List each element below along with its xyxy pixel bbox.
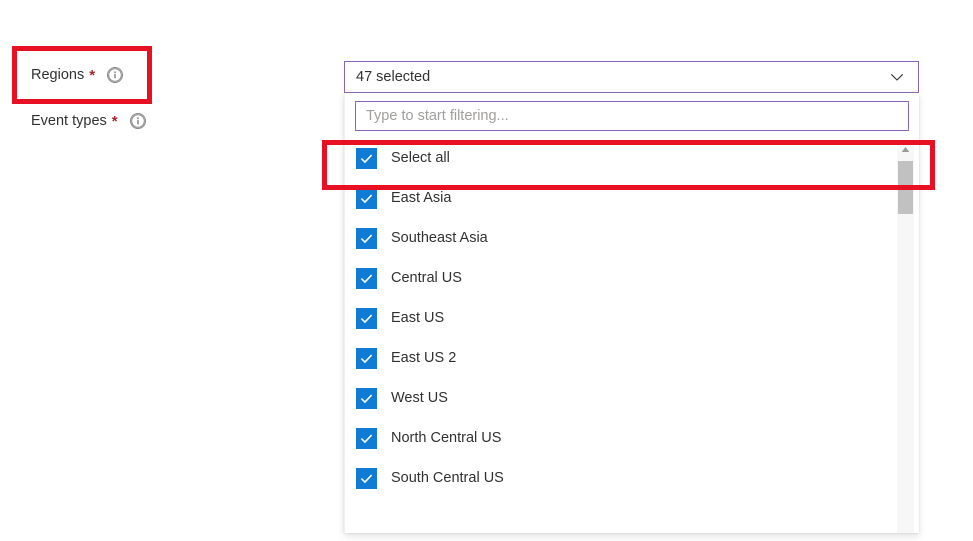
regions-multiselect: 47 selected Select all East Asi — [344, 61, 919, 93]
checkbox-checked-icon[interactable] — [356, 388, 377, 409]
regions-combobox-header[interactable]: 47 selected — [344, 61, 919, 93]
region-option-list: East Asia Southeast Asia Central US East… — [345, 178, 919, 533]
option-row-west-us[interactable]: West US — [345, 378, 919, 418]
option-row-east-us-2[interactable]: East US 2 — [345, 338, 919, 378]
checkbox-checked-icon[interactable] — [356, 468, 377, 489]
option-label: East US 2 — [391, 350, 456, 366]
option-row-south-central-us[interactable]: South Central US — [345, 458, 919, 498]
option-row-central-us[interactable]: Central US — [345, 258, 919, 298]
regions-required-asterisk: * — [89, 68, 95, 83]
option-label: South Central US — [391, 470, 504, 486]
scrollbar-thumb[interactable] — [898, 161, 913, 214]
checkbox-checked-icon[interactable] — [356, 268, 377, 289]
form-field-labels: Regions * Event types * — [31, 62, 311, 154]
checkbox-checked-icon[interactable] — [356, 148, 377, 169]
regions-dropdown-panel: Select all East Asia Southeast Asia Cent — [344, 93, 919, 533]
option-row-southeast-asia[interactable]: Southeast Asia — [345, 218, 919, 258]
checkbox-checked-icon[interactable] — [356, 188, 377, 209]
option-label: Southeast Asia — [391, 230, 488, 246]
filter-input[interactable] — [355, 101, 909, 131]
dropdown-scrollbar[interactable] — [897, 141, 914, 533]
option-row-east-asia[interactable]: East Asia — [345, 178, 919, 218]
event-types-required-asterisk: * — [112, 114, 118, 129]
option-label: North Central US — [391, 430, 501, 446]
option-label: West US — [391, 390, 448, 406]
checkbox-checked-icon[interactable] — [356, 228, 377, 249]
option-row-north-central-us[interactable]: North Central US — [345, 418, 919, 458]
field-label-regions: Regions * — [31, 62, 311, 88]
checkbox-checked-icon[interactable] — [356, 428, 377, 449]
chevron-down-icon[interactable] — [888, 68, 906, 86]
field-label-event-types: Event types * — [31, 108, 311, 134]
option-row-select-all[interactable]: Select all — [345, 138, 919, 178]
option-label: East US — [391, 310, 444, 326]
info-circle-icon[interactable] — [107, 67, 123, 83]
regions-label: Regions — [31, 68, 84, 83]
event-types-label: Event types — [31, 114, 107, 129]
info-circle-icon[interactable] — [130, 113, 146, 129]
scroll-up-arrow-icon[interactable] — [897, 141, 914, 158]
option-label: Central US — [391, 270, 462, 286]
checkbox-checked-icon[interactable] — [356, 348, 377, 369]
regions-selected-summary: 47 selected — [356, 69, 888, 85]
option-row-east-us[interactable]: East US — [345, 298, 919, 338]
option-label: Select all — [391, 150, 450, 166]
option-label: East Asia — [391, 190, 451, 206]
filter-row — [345, 93, 919, 138]
checkbox-checked-icon[interactable] — [356, 308, 377, 329]
